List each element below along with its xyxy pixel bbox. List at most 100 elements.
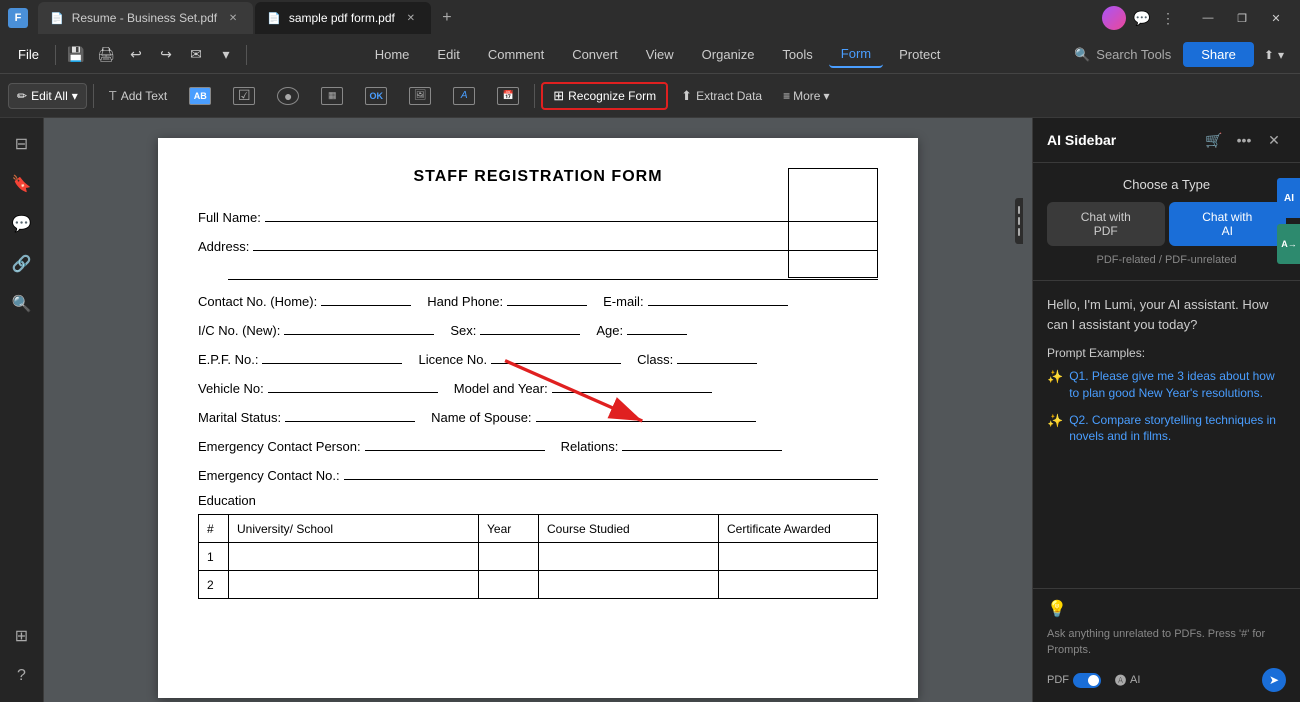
contact-home-label: Contact No. (Home): (198, 294, 317, 309)
edu-row-2-cert[interactable] (719, 571, 878, 599)
add-text-button[interactable]: T Add Text (100, 82, 176, 109)
radio-icon[interactable]: ● (268, 81, 308, 111)
tab-close-resume[interactable]: ✕ (225, 10, 241, 26)
chevron-down-icon: ▾ (1278, 48, 1284, 62)
menu-edit[interactable]: Edit (425, 42, 471, 67)
edit-all-button[interactable]: ✏ Edit All ▾ (8, 83, 87, 109)
email-input[interactable] (648, 290, 788, 306)
licence-label: Licence No. (418, 352, 487, 367)
text-field-icon[interactable]: AB (180, 81, 220, 111)
emergency-no-input[interactable] (344, 464, 878, 480)
ai-prompt-2[interactable]: ✨ Q2. Compare storytelling techniques in… (1047, 412, 1286, 446)
menu-organize[interactable]: Organize (690, 42, 767, 67)
pdf-label: PDF (1047, 674, 1069, 686)
chat-with-pdf-button[interactable]: Chat with PDF (1047, 202, 1165, 246)
edu-row-1-course[interactable] (539, 543, 719, 571)
undo-icon[interactable]: ↩ (122, 41, 150, 69)
edu-row-1-school[interactable] (229, 543, 479, 571)
sidebar-search-icon[interactable]: 🔍 (4, 286, 40, 322)
dropdown-icon[interactable]: ▾ (212, 41, 240, 69)
epf-input[interactable] (262, 348, 402, 364)
more-button[interactable]: ≡ More ▾ (775, 84, 837, 108)
email-icon[interactable]: ✉ (182, 41, 210, 69)
marital-input[interactable] (285, 406, 415, 422)
emergency-no-field: Emergency Contact No.: (198, 464, 878, 483)
chat-with-ai-button[interactable]: Chat with AI (1169, 202, 1287, 246)
edu-row-1-year[interactable] (479, 543, 539, 571)
ai-more-icon[interactable]: ••• (1232, 128, 1256, 152)
bulb-icon: 💡 (1047, 599, 1286, 619)
ai-chat-area: Hello, I'm Lumi, your AI assistant. How … (1033, 281, 1300, 588)
full-name-input[interactable] (265, 206, 878, 222)
ai-close-icon[interactable]: ✕ (1262, 128, 1286, 152)
tab-close-sample[interactable]: ✕ (403, 10, 419, 26)
menu-view[interactable]: View (634, 42, 686, 67)
edu-row-2-course[interactable] (539, 571, 719, 599)
search-tools-button[interactable]: 🔍 Search Tools (1064, 42, 1181, 68)
hand-phone-input[interactable] (507, 290, 587, 306)
user-avatar[interactable] (1102, 6, 1126, 30)
menu-form[interactable]: Form (829, 41, 883, 68)
sex-input[interactable] (480, 319, 580, 335)
main-layout: ⊟ 🔖 💬 🔗 🔍 ⊞ ? STAFF REGISTRATION FORM Fu… (0, 118, 1300, 702)
sidebar-bookmark-icon[interactable]: 🔖 (4, 166, 40, 202)
vehicle-input[interactable] (268, 377, 438, 393)
class-input[interactable] (677, 348, 757, 364)
menu-convert[interactable]: Convert (560, 42, 630, 67)
age-input[interactable] (627, 319, 687, 335)
add-tab-button[interactable]: + (433, 4, 461, 32)
maximize-button[interactable]: ❐ (1226, 4, 1258, 32)
extract-data-button[interactable]: ⬆ Extract Data (672, 82, 771, 110)
sidebar-link-icon[interactable]: 🔗 (4, 246, 40, 282)
list-icon[interactable]: OK (356, 81, 396, 111)
pdf-toggle[interactable] (1073, 673, 1101, 688)
licence-input[interactable] (491, 348, 621, 364)
ai-panel-icon[interactable]: AI (1277, 178, 1300, 218)
close-button[interactable]: ✕ (1260, 4, 1292, 32)
print-icon[interactable]: 🖨 (92, 41, 120, 69)
extract-icon: ⬆ (681, 88, 692, 104)
relations-input[interactable] (622, 435, 782, 451)
image-icon[interactable]: 🖼 (400, 81, 440, 111)
redo-icon[interactable]: ↪ (152, 41, 180, 69)
ai-settings-panel[interactable] (1015, 198, 1023, 244)
address-input-2[interactable] (228, 264, 878, 280)
save-icon[interactable]: 💾 (62, 41, 90, 69)
edu-row-1-cert[interactable] (719, 543, 878, 571)
minimize-button[interactable]: — (1192, 4, 1224, 32)
translate-panel-icon[interactable]: A→ (1277, 224, 1300, 264)
sidebar-help-icon[interactable]: ? (4, 658, 40, 694)
edu-row-2-school[interactable] (229, 571, 479, 599)
menu-tools[interactable]: Tools (770, 42, 824, 67)
tab-sample-form[interactable]: 📄 sample pdf form.pdf ✕ (255, 2, 431, 34)
menu-file[interactable]: File (8, 43, 49, 66)
ai-cart-icon[interactable]: 🛒 (1202, 128, 1226, 152)
ic-input[interactable] (284, 319, 434, 335)
combo-icon[interactable]: ▦ (312, 81, 352, 111)
model-input[interactable] (552, 377, 712, 393)
date-icon[interactable]: 📅 (488, 81, 528, 111)
spouse-input[interactable] (536, 406, 756, 422)
chat-icon[interactable]: 💬 (1132, 8, 1152, 28)
menu-comment[interactable]: Comment (476, 42, 556, 67)
contact-home-input[interactable] (321, 290, 411, 306)
edu-row-2-year[interactable] (479, 571, 539, 599)
address-input[interactable] (253, 235, 878, 251)
upload-button[interactable]: ⬆ ▾ (1256, 43, 1292, 67)
recognize-form-button[interactable]: ⊞ Recognize Form (541, 82, 668, 110)
ai-prompt-1[interactable]: ✨ Q1. Please give me 3 ideas about how t… (1047, 368, 1286, 402)
tab-resume[interactable]: 📄 Resume - Business Set.pdf ✕ (38, 2, 253, 34)
menu-protect[interactable]: Protect (887, 42, 952, 67)
checkbox-icon[interactable]: ☑ (224, 81, 264, 111)
more-options-icon[interactable]: ⋮ (1158, 8, 1178, 28)
menu-home[interactable]: Home (363, 42, 422, 67)
emergency-person-input[interactable] (365, 435, 545, 451)
sidebar-thumbnail-icon[interactable]: ⊟ (4, 126, 40, 162)
left-sidebar: ⊟ 🔖 💬 🔗 🔍 ⊞ ? (0, 118, 44, 702)
sidebar-comment-icon[interactable]: 💬 (4, 206, 40, 242)
edu-row-2: 2 (199, 571, 878, 599)
sidebar-layers-icon[interactable]: ⊞ (4, 618, 40, 654)
ai-send-button[interactable]: ➤ (1262, 668, 1286, 692)
share-button[interactable]: Share (1183, 42, 1254, 67)
signature-icon[interactable]: A (444, 81, 484, 111)
